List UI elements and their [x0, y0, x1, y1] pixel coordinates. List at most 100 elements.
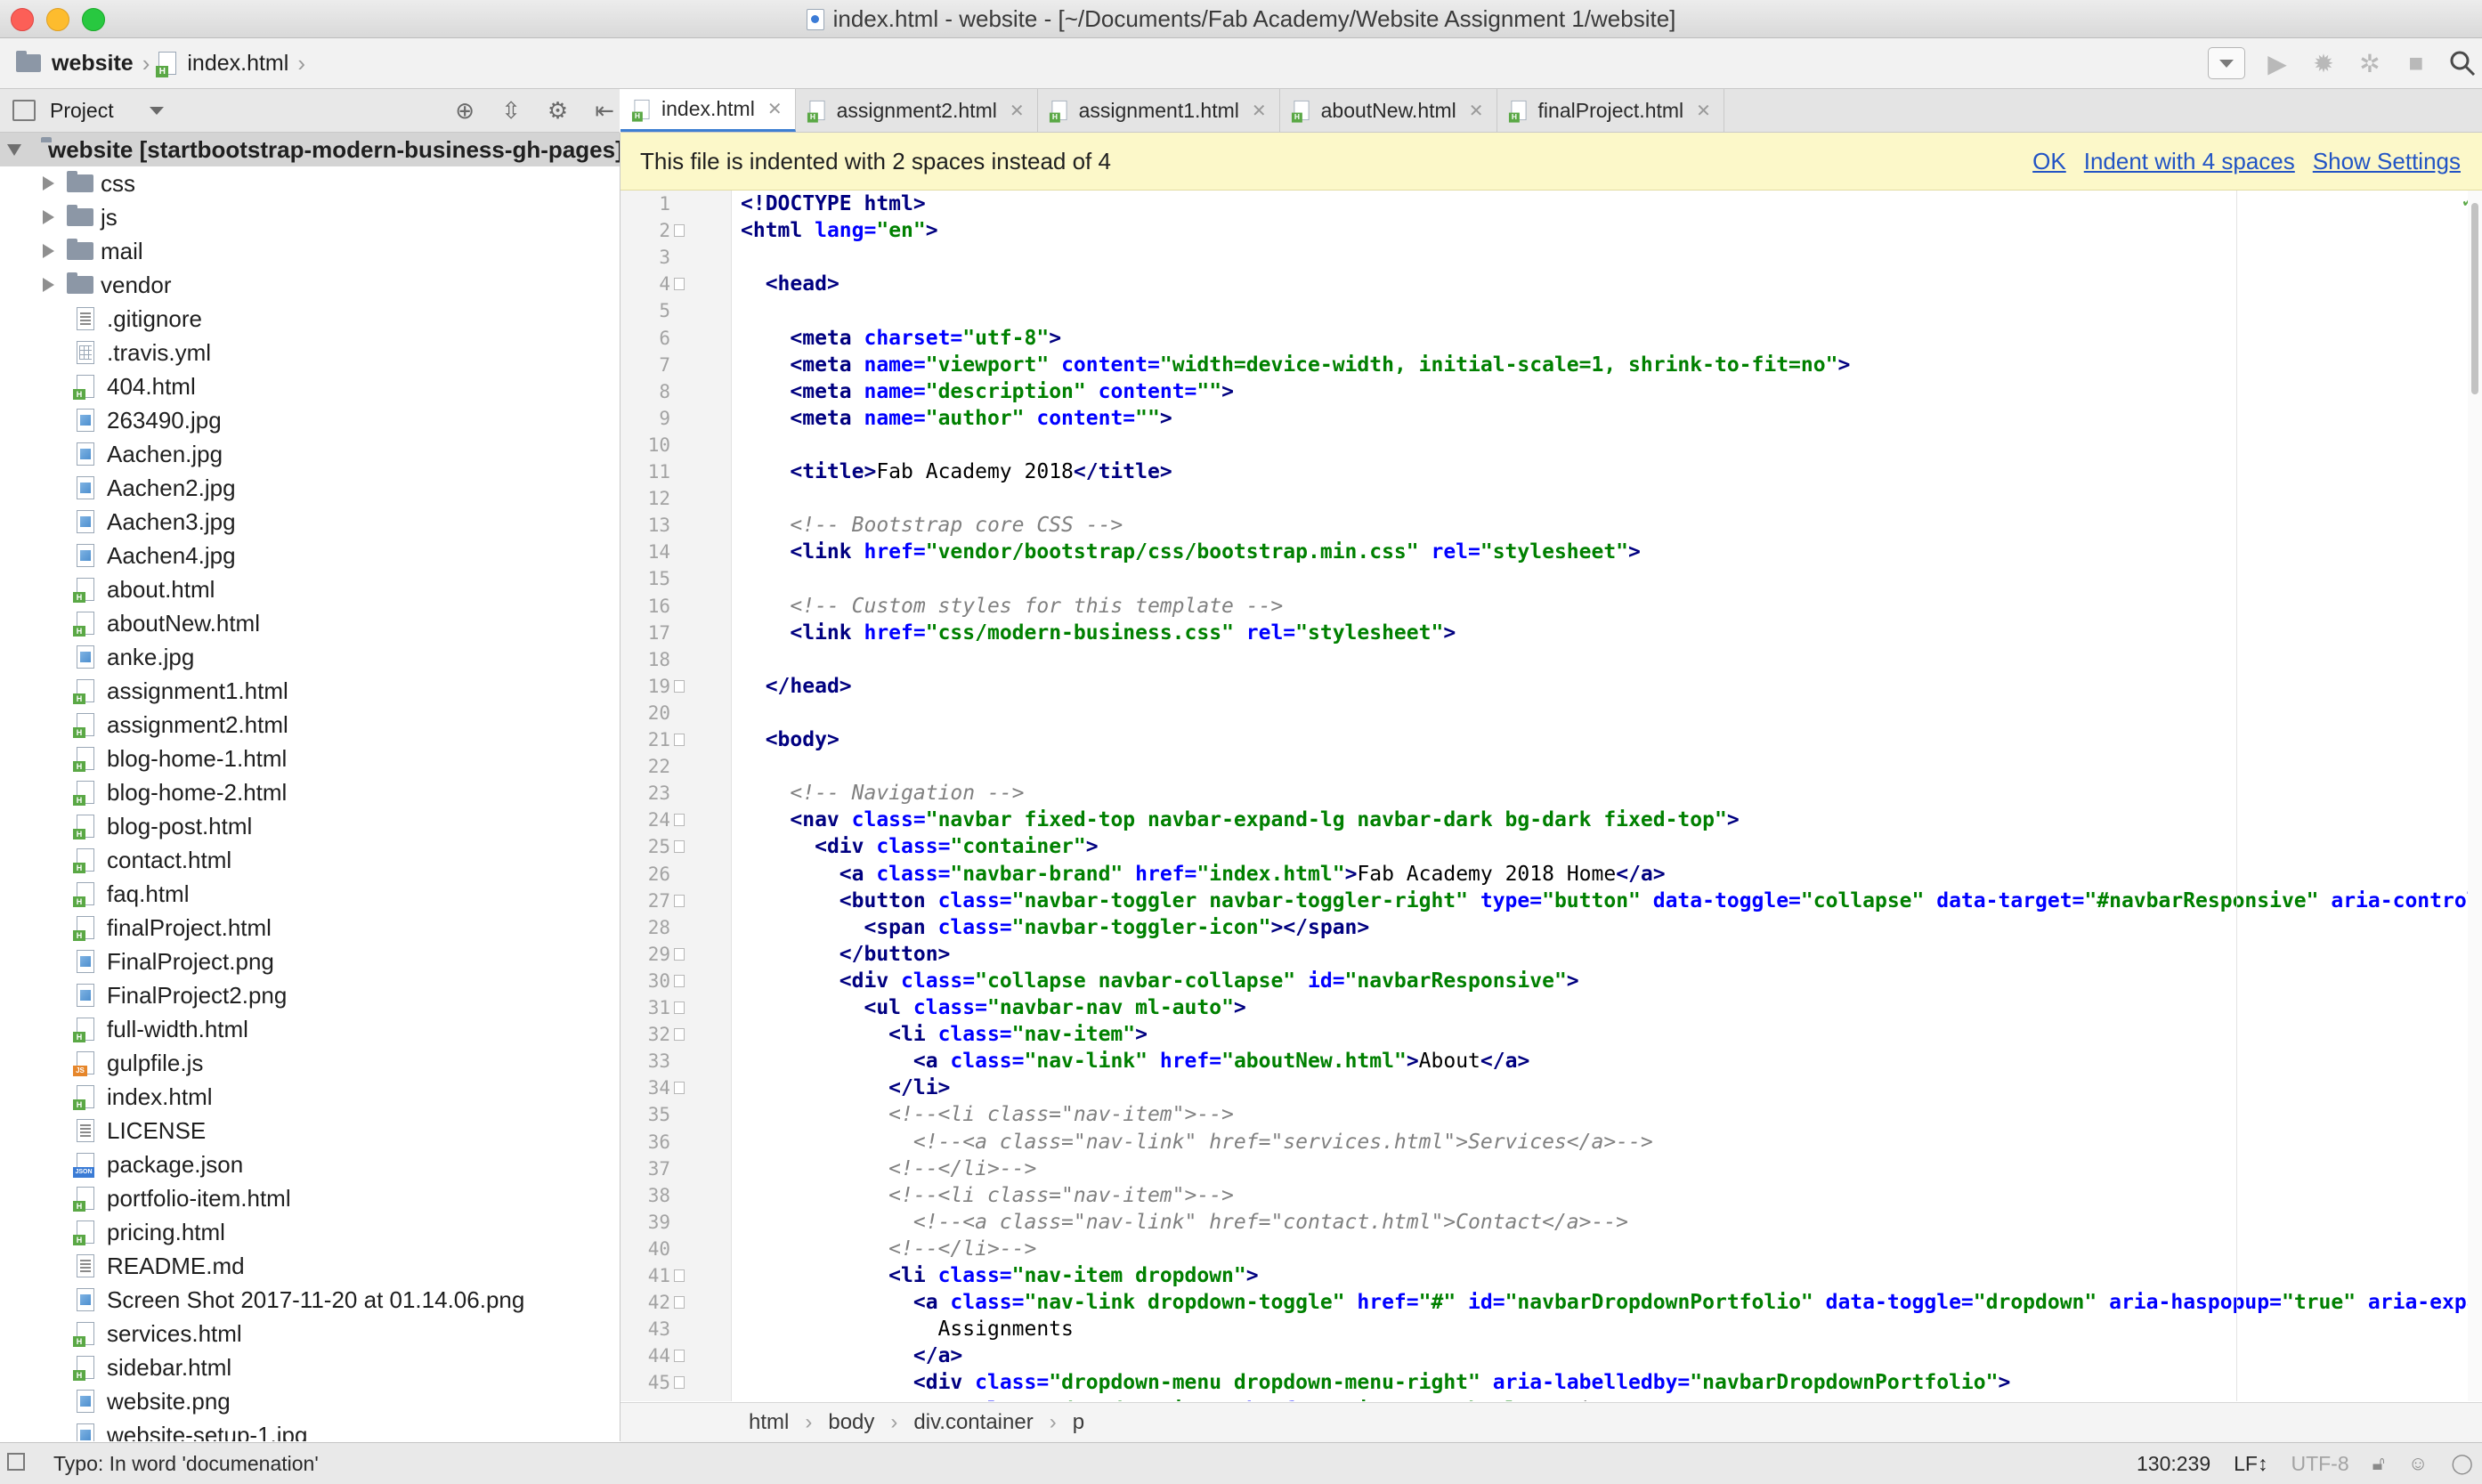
tree-file[interactable]: services.html — [0, 1317, 620, 1350]
fold-marker-icon[interactable] — [674, 840, 685, 854]
run-configuration-dropdown[interactable] — [2208, 47, 2245, 79]
tree-folder[interactable]: js — [0, 200, 620, 234]
fold-marker-icon[interactable] — [674, 947, 685, 961]
fold-marker-icon[interactable] — [674, 814, 685, 827]
fold-marker-icon[interactable] — [674, 974, 685, 987]
tree-file[interactable]: LICENSE — [0, 1114, 620, 1147]
tree-file[interactable]: assignment1.html — [0, 674, 620, 708]
fold-marker-icon[interactable] — [674, 894, 685, 907]
close-tab-icon[interactable]: ✕ — [1696, 100, 1711, 122]
fold-marker-icon[interactable] — [674, 679, 685, 693]
editor-tab[interactable]: aboutNew.html ✕ — [1280, 89, 1497, 132]
tree-file[interactable]: Aachen.jpg — [0, 437, 620, 471]
tree-file[interactable]: website.png — [0, 1384, 620, 1418]
gear-icon[interactable]: ⚙ — [548, 97, 568, 125]
search-icon[interactable] — [2448, 49, 2477, 77]
fold-marker-icon[interactable] — [674, 224, 685, 238]
fold-marker-icon[interactable] — [674, 1296, 685, 1310]
fold-marker-icon[interactable] — [674, 1269, 685, 1282]
close-tab-icon[interactable]: ✕ — [1252, 100, 1267, 122]
tree-file[interactable]: Aachen2.jpg — [0, 471, 620, 505]
collapse-all-icon[interactable]: ⇳ — [501, 97, 521, 125]
tree-file[interactable]: blog-home-1.html — [0, 742, 620, 775]
fold-marker-icon[interactable] — [674, 278, 685, 291]
scrollbar-thumb[interactable] — [2471, 203, 2478, 394]
editor-tab[interactable]: assignment1.html ✕ — [1038, 89, 1280, 132]
fold-marker-icon[interactable] — [674, 1376, 685, 1390]
tree-file[interactable]: sidebar.html — [0, 1350, 620, 1384]
tree-file[interactable]: full-width.html — [0, 1012, 620, 1046]
tree-file[interactable]: assignment2.html — [0, 708, 620, 742]
tree-file[interactable]: 263490.jpg — [0, 403, 620, 437]
editor-tab[interactable]: finalProject.html ✕ — [1497, 89, 1724, 132]
tree-file[interactable]: blog-post.html — [0, 809, 620, 843]
tree-file[interactable]: package.json — [0, 1147, 620, 1181]
breadcrumb-item[interactable]: div.container — [913, 1403, 1033, 1442]
expand-arrow-icon[interactable] — [43, 210, 54, 224]
cursor-position[interactable]: 130:239 — [2137, 1452, 2210, 1476]
fold-marker-icon[interactable] — [674, 734, 685, 746]
html-file-icon — [73, 747, 94, 772]
tree-file[interactable]: pricing.html — [0, 1215, 620, 1249]
tree-file[interactable]: website-setup-1.jpg — [0, 1418, 620, 1441]
tree-file[interactable]: .travis.yml — [0, 336, 620, 369]
notice-indent-link[interactable]: Indent with 4 spaces — [2084, 133, 2295, 190]
project-view-selector[interactable]: Project — [12, 89, 164, 132]
tree-file[interactable]: contact.html — [0, 843, 620, 877]
tree-file[interactable]: gulpfile.js — [0, 1046, 620, 1080]
expand-arrow-icon[interactable] — [43, 278, 54, 292]
close-tab-icon[interactable]: ✕ — [1010, 100, 1025, 122]
inspector-icon[interactable]: ☺︎ — [2408, 1452, 2428, 1475]
event-log-icon[interactable]: ◯ — [2451, 1452, 2473, 1475]
locate-icon[interactable]: ⊕ — [455, 97, 474, 125]
close-tab-icon[interactable]: ✕ — [1469, 100, 1484, 122]
expand-arrow-icon[interactable] — [43, 176, 54, 191]
tree-folder[interactable]: mail — [0, 234, 620, 268]
tree-folder[interactable]: css — [0, 166, 620, 200]
notice-ok-link[interactable]: OK — [2032, 133, 2066, 190]
nav-crumb-project[interactable]: website › index.html › — [16, 38, 314, 88]
tree-file[interactable]: index.html — [0, 1080, 620, 1114]
stop-icon[interactable]: ■ — [2402, 49, 2430, 77]
tool-windows-icon[interactable] — [7, 1453, 25, 1471]
file-encoding[interactable]: UTF-8 — [2291, 1452, 2348, 1476]
readonly-lock-icon[interactable]: 🔓︎ — [2372, 1452, 2385, 1475]
breadcrumb-item[interactable]: body — [828, 1403, 874, 1442]
fold-marker-icon[interactable] — [674, 1082, 685, 1095]
line-separator[interactable]: LF↕ — [2234, 1452, 2267, 1476]
tree-file[interactable]: README.md — [0, 1249, 620, 1283]
vertical-scrollbar[interactable] — [2468, 191, 2482, 1401]
tree-file[interactable]: Aachen3.jpg — [0, 505, 620, 539]
tree-file[interactable]: Screen Shot 2017-11-20 at 01.14.06.png — [0, 1283, 620, 1317]
close-tab-icon[interactable]: ✕ — [767, 98, 783, 120]
code-editor[interactable]: <!DOCTYPE html> <html lang="en"> <head> <… — [732, 191, 2480, 1401]
expand-arrow-icon[interactable] — [43, 244, 54, 258]
tree-file[interactable]: FinalProject2.png — [0, 978, 620, 1012]
fold-marker-icon[interactable] — [674, 1350, 685, 1363]
tree-file[interactable]: faq.html — [0, 877, 620, 911]
tree-file[interactable]: FinalProject.png — [0, 945, 620, 978]
tree-file[interactable]: aboutNew.html — [0, 606, 620, 640]
tree-file[interactable]: anke.jpg — [0, 640, 620, 674]
coverage-icon[interactable]: ✲ — [2356, 49, 2384, 77]
fold-marker-icon[interactable] — [674, 1001, 685, 1014]
breadcrumb-item[interactable]: p — [1073, 1403, 1084, 1442]
editor-tab[interactable]: assignment2.html ✕ — [796, 89, 1038, 132]
tree-file[interactable]: 404.html — [0, 369, 620, 403]
notice-settings-link[interactable]: Show Settings — [2313, 133, 2461, 190]
tree-file[interactable]: .gitignore — [0, 302, 620, 336]
expand-arrow-icon[interactable] — [7, 143, 21, 156]
run-icon[interactable]: ▶ — [2263, 49, 2291, 77]
tree-file[interactable]: finalProject.html — [0, 911, 620, 945]
tree-file[interactable]: Aachen4.jpg — [0, 539, 620, 572]
editor-tab[interactable]: index.html ✕ — [620, 89, 796, 132]
tree-root-website[interactable]: website [startbootstrap-modern-business-… — [0, 133, 620, 166]
debug-icon[interactable]: ✹ — [2309, 49, 2338, 77]
tree-file[interactable]: blog-home-2.html — [0, 775, 620, 809]
hide-panel-icon[interactable]: ⇤ — [595, 97, 614, 125]
tree-file[interactable]: about.html — [0, 572, 620, 606]
tree-folder[interactable]: vendor — [0, 268, 620, 302]
fold-marker-icon[interactable] — [674, 1028, 685, 1042]
tree-file[interactable]: portfolio-item.html — [0, 1181, 620, 1215]
breadcrumb-item[interactable]: html — [749, 1403, 789, 1442]
